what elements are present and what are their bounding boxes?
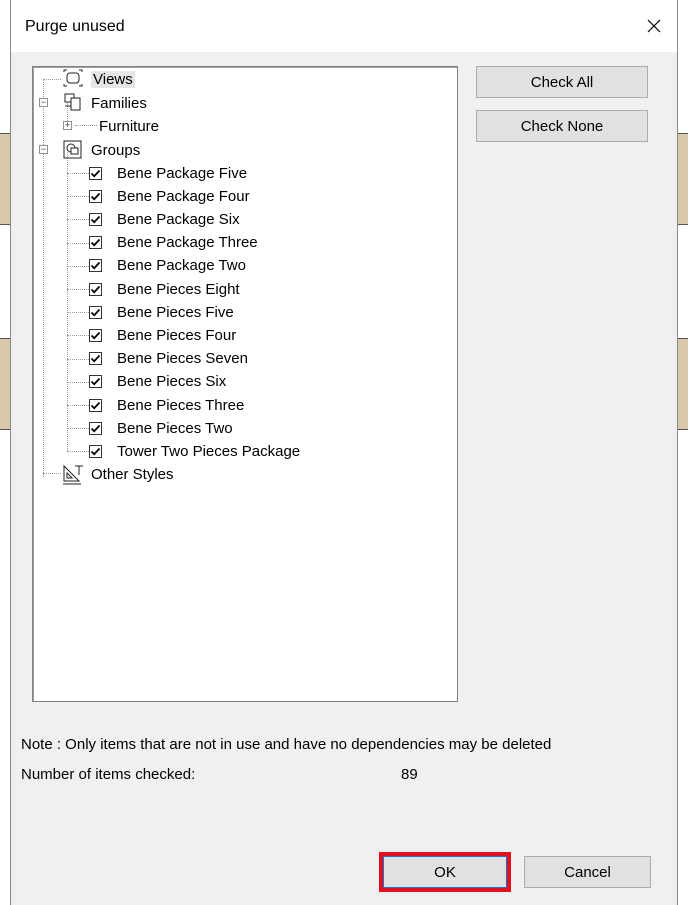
group-item[interactable]: Bene Package Six [89,208,240,230]
group-item[interactable]: Bene Pieces Two [89,417,233,439]
collapse-toggle[interactable]: − [39,145,48,154]
tree-node-other-styles[interactable]: Other Styles [61,463,174,485]
tree-connector [67,196,89,198]
tree-connector [67,428,89,430]
checkmark-icon [90,215,101,224]
tree-node-label: Groups [91,141,141,159]
group-item-label: Bene Pieces Eight [117,280,240,298]
tree-node-furniture[interactable]: Furniture [99,115,159,137]
group-item[interactable]: Bene Pieces Three [89,394,244,416]
checkbox-checked[interactable] [89,352,102,366]
purge-unused-dialog: Purge unused Views − Families + Furnitur… [10,0,678,905]
checkmark-icon [90,192,101,201]
group-item[interactable]: Bene Pieces Eight [89,278,240,300]
checked-count-value: 89 [401,766,418,783]
tree-connector [67,265,89,267]
group-item-label: Tower Two Pieces Package [117,442,301,460]
tree-node-label: Other Styles [91,465,174,483]
tree-node-label: Families [91,94,147,112]
group-item[interactable]: Tower Two Pieces Package [89,440,300,462]
checkmark-icon [90,331,101,340]
close-icon [647,19,661,33]
tree-connector [43,79,44,477]
tree-connector [67,219,89,221]
tree-connector [67,381,89,383]
collapse-toggle[interactable]: − [39,98,48,107]
checkbox-checked[interactable] [89,375,102,389]
checkbox-checked[interactable] [89,328,102,342]
family-icon [64,93,81,111]
group-item-label: Bene Package Two [117,257,246,275]
checkmark-icon [90,169,101,177]
checkbox-checked[interactable] [89,259,102,273]
checkbox-checked[interactable] [89,444,102,458]
tree-node-views[interactable]: Views [61,68,135,90]
group-item-label: Bene Pieces Five [117,303,234,321]
title-bar: Purge unused [11,0,677,52]
tree-connector [67,405,89,406]
checkmark-icon [90,354,101,363]
tree-connector [67,173,89,174]
tree-connector [43,473,61,474]
checkmark-icon [90,378,101,386]
group-item-label: Bene Pieces Seven [117,350,248,368]
group-item[interactable]: Bene Package Five [89,162,247,184]
checkbox-checked[interactable] [89,166,102,180]
tree-connector [67,289,89,290]
checkbox-checked[interactable] [89,189,102,203]
group-item[interactable]: Bene Pieces Six [89,371,226,393]
group-item[interactable]: Bene Pieces Seven [89,348,248,370]
checked-count-label: Number of items checked: [21,766,196,783]
group-item[interactable]: Bene Pieces Four [89,324,236,346]
checkmark-icon [90,238,101,247]
checkmark-icon [90,285,101,293]
group-item-label: Bene Pieces Four [117,326,237,344]
group-item-label: Bene Package Six [117,210,240,228]
checkbox-checked[interactable] [89,212,102,226]
checkbox-checked[interactable] [89,421,102,435]
group-item-label: Bene Pieces Three [117,396,245,414]
checkmark-icon [90,308,101,317]
group-item-label: Bene Pieces Two [117,419,233,437]
purge-note: Note : Only items that are not in use an… [21,736,552,753]
tree-connector [67,335,89,337]
group-item[interactable]: Bene Pieces Five [89,301,234,323]
group-item[interactable]: Bene Package Two [89,255,246,277]
group-item-label: Bene Package Four [117,187,250,205]
view-icon [63,69,83,87]
cancel-button[interactable]: Cancel [524,856,651,888]
group-item-label: Bene Package Five [117,164,248,182]
tree-node-families[interactable]: Families [61,92,147,114]
expand-toggle[interactable]: + [63,121,72,130]
group-icon [63,140,82,159]
tree-node-label: Furniture [99,117,160,135]
checkmark-icon [90,447,101,456]
purge-tree[interactable]: Views − Families + Furniture − Groups Be… [32,66,458,702]
checkmark-icon [90,262,101,270]
styles-icon [63,464,83,485]
checkmark-icon [90,424,101,433]
tree-connector [67,242,89,244]
tree-connector [67,451,89,453]
check-none-button[interactable]: Check None [476,110,648,142]
checkbox-checked[interactable] [89,236,102,250]
checkbox-checked[interactable] [89,282,102,296]
check-all-button[interactable]: Check All [476,66,648,98]
tree-node-label: Views [91,70,135,88]
checkbox-checked[interactable] [89,305,102,319]
tree-connector [75,125,97,126]
close-button[interactable] [631,8,677,44]
ok-button[interactable]: OK [383,856,507,888]
checkmark-icon [90,401,101,409]
group-item-label: Bene Pieces Six [117,373,227,391]
tree-connector [67,358,89,360]
group-item-label: Bene Package Three [117,234,258,252]
tree-connector [43,79,61,80]
group-item[interactable]: Bene Package Four [89,185,250,207]
group-item[interactable]: Bene Package Three [89,232,258,254]
tree-connector [67,312,89,314]
checkbox-checked[interactable] [89,398,102,412]
tree-node-groups[interactable]: Groups [61,139,140,161]
dialog-title: Purge unused [25,18,125,35]
